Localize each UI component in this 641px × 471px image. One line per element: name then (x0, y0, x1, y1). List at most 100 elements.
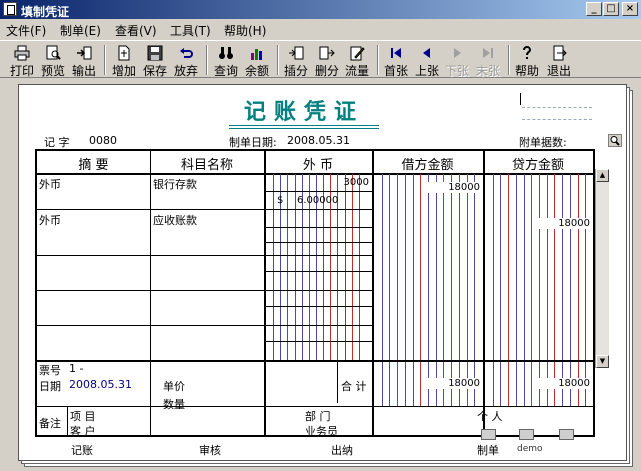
toolbar-separator (277, 45, 279, 75)
row1-debit[interactable]: 18000 (427, 182, 480, 193)
toolbar-separator (508, 45, 510, 75)
row1-fx-rate[interactable]: 6.00000 (297, 195, 338, 206)
left-arrow-icon (423, 48, 430, 58)
digit-guide-line (474, 174, 476, 406)
row2-credit[interactable]: 18000 (537, 218, 590, 229)
fx-divider (264, 341, 372, 342)
voucher-number[interactable]: 0080 (89, 134, 117, 147)
fx-divider (264, 306, 372, 307)
help-button[interactable]: 帮助 (513, 43, 541, 78)
digit-guide-line (435, 174, 437, 406)
toolbar: 打印 预览 输出 增加 保存 放弃 查询 余额 插分 删分 流量 首张 上张 下… (0, 40, 641, 78)
menu-tools[interactable]: 工具(T) (170, 22, 211, 39)
menu-view[interactable]: 查看(V) (115, 22, 157, 39)
digit-guide-line (458, 174, 460, 406)
last-voucher-button[interactable]: 末张 (474, 43, 502, 78)
row-divider (37, 255, 372, 256)
fx-divider (264, 271, 372, 272)
delete-entry-button[interactable]: 删分 (313, 43, 341, 78)
fx-divider (264, 191, 372, 192)
reviewer-label: 审核 (199, 444, 221, 457)
digit-guide-line (358, 174, 360, 360)
insert-row-icon (289, 46, 304, 60)
voucher-title: 记账凭证 (243, 99, 364, 125)
exit-button[interactable]: 退出 (545, 43, 573, 78)
fx-divider (264, 227, 372, 228)
add-button[interactable]: 增加 (110, 43, 138, 78)
notes-person[interactable]: 个 人 (477, 408, 503, 424)
card-icon[interactable] (559, 429, 574, 440)
close-button[interactable]: × (622, 2, 638, 16)
print-button[interactable]: 打印 (8, 43, 36, 78)
balance-button[interactable]: 余额 (243, 43, 271, 78)
save-button[interactable]: 保存 (141, 43, 169, 78)
scroll-up-icon[interactable]: ▲ (596, 169, 609, 182)
row1-account[interactable]: 银行存款 (153, 176, 197, 192)
notes-department[interactable]: 部 门 (305, 408, 331, 424)
digit-guide-line (344, 174, 346, 360)
total-label: 合 计 (341, 380, 367, 393)
printer-icon (14, 45, 30, 61)
discard-button[interactable]: 放弃 (172, 43, 200, 78)
first-arrow-icon (391, 48, 401, 58)
digit-guide-line (389, 174, 391, 406)
minimize-button[interactable]: _ (586, 2, 602, 16)
column-divider (372, 151, 374, 435)
row1-fx-symbol: $ (277, 195, 284, 206)
query-button[interactable]: 查询 (212, 43, 240, 78)
menu-file[interactable]: 文件(F) (6, 22, 46, 39)
maximize-button[interactable]: □ (603, 2, 619, 16)
digit-guide-line (531, 174, 533, 406)
next-voucher-button[interactable]: 下张 (443, 43, 471, 78)
digit-guide-line (287, 174, 289, 360)
title-bar: 填制凭证 _ □ × (0, 0, 641, 19)
notes-label: 备注 (39, 417, 61, 430)
maker-name: demo (517, 444, 543, 454)
unit-icon[interactable] (481, 429, 496, 440)
digit-guide-line (294, 174, 296, 360)
header-divider (37, 173, 593, 175)
digit-guide-line (466, 174, 468, 406)
text-cursor (520, 93, 521, 105)
menu-voucher[interactable]: 制单(E) (60, 22, 101, 39)
row-divider (37, 209, 372, 210)
export-button[interactable]: 输出 (70, 43, 98, 78)
ticket-number[interactable]: 1 - (69, 362, 83, 375)
book-icon[interactable] (519, 429, 534, 440)
previous-voucher-button[interactable]: 上张 (413, 43, 441, 78)
digit-guide-line (523, 174, 525, 406)
row1-summary[interactable]: 外币 (39, 176, 61, 192)
digit-guide-line (273, 174, 275, 360)
total-debit: 18000 (427, 378, 480, 389)
scroll-down-icon[interactable]: ▼ (596, 355, 609, 368)
price-label: 单价 (163, 380, 185, 393)
column-divider (264, 151, 266, 435)
digit-guide-line (397, 174, 399, 406)
row2-summary[interactable]: 外币 (39, 212, 61, 228)
notes-project[interactable]: 项 目 (70, 408, 96, 424)
digit-guide-line (404, 174, 406, 406)
preview-button[interactable]: 预览 (39, 43, 67, 78)
digit-guide-line (515, 174, 517, 406)
cashier-label: 出纳 (331, 444, 353, 457)
search-icon[interactable] (608, 134, 622, 147)
ticket-label: 票号 (39, 364, 61, 377)
notes-salesman[interactable]: 业务员 (305, 423, 338, 439)
right-arrow-icon (454, 48, 461, 58)
row1-fx-amount[interactable]: 3000 (307, 177, 369, 188)
last-arrow-icon (483, 48, 493, 58)
insert-entry-button[interactable]: 插分 (282, 43, 310, 78)
first-voucher-button[interactable]: 首张 (382, 43, 410, 78)
notes-customer[interactable]: 客 户 (70, 423, 96, 439)
fx-divider (264, 242, 372, 243)
menu-help[interactable]: 帮助(H) (224, 22, 266, 39)
row2-account[interactable]: 应收账款 (153, 212, 197, 228)
new-document-icon (118, 45, 130, 61)
bottom-date[interactable]: 2008.05.31 (69, 378, 132, 391)
work-area: 记账凭证 记 字 0080 制单日期: 2008.05.31 附单据数: 摘 要… (0, 79, 641, 471)
cash-flow-button[interactable]: 流量 (343, 43, 371, 78)
voucher-date[interactable]: 2008.05.31 (287, 134, 350, 147)
entries-scrollbar[interactable]: ▲ ▼ (595, 169, 609, 368)
digit-guide-line (492, 174, 494, 406)
bar-chart-icon (251, 49, 262, 60)
